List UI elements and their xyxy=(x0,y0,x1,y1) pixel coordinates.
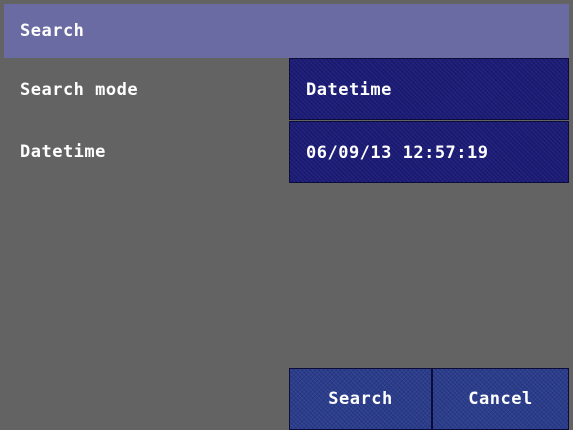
cancel-button[interactable]: Cancel xyxy=(432,368,569,430)
cancel-button-label: Cancel xyxy=(468,389,533,409)
search-mode-value: Datetime xyxy=(306,80,392,100)
search-button[interactable]: Search xyxy=(289,368,432,430)
dialog-title: Search xyxy=(20,21,85,41)
search-mode-select[interactable]: Datetime xyxy=(289,58,569,120)
search-button-label: Search xyxy=(328,389,393,409)
title-bar: Search xyxy=(4,4,569,58)
datetime-value: 06/09/13 12:57:19 xyxy=(306,143,489,163)
search-mode-label: Search mode xyxy=(20,80,139,100)
datetime-field[interactable]: 06/09/13 12:57:19 xyxy=(289,121,569,183)
search-dialog: Search Search mode Datetime Datetime 06/… xyxy=(0,0,573,430)
datetime-label: Datetime xyxy=(20,142,106,162)
